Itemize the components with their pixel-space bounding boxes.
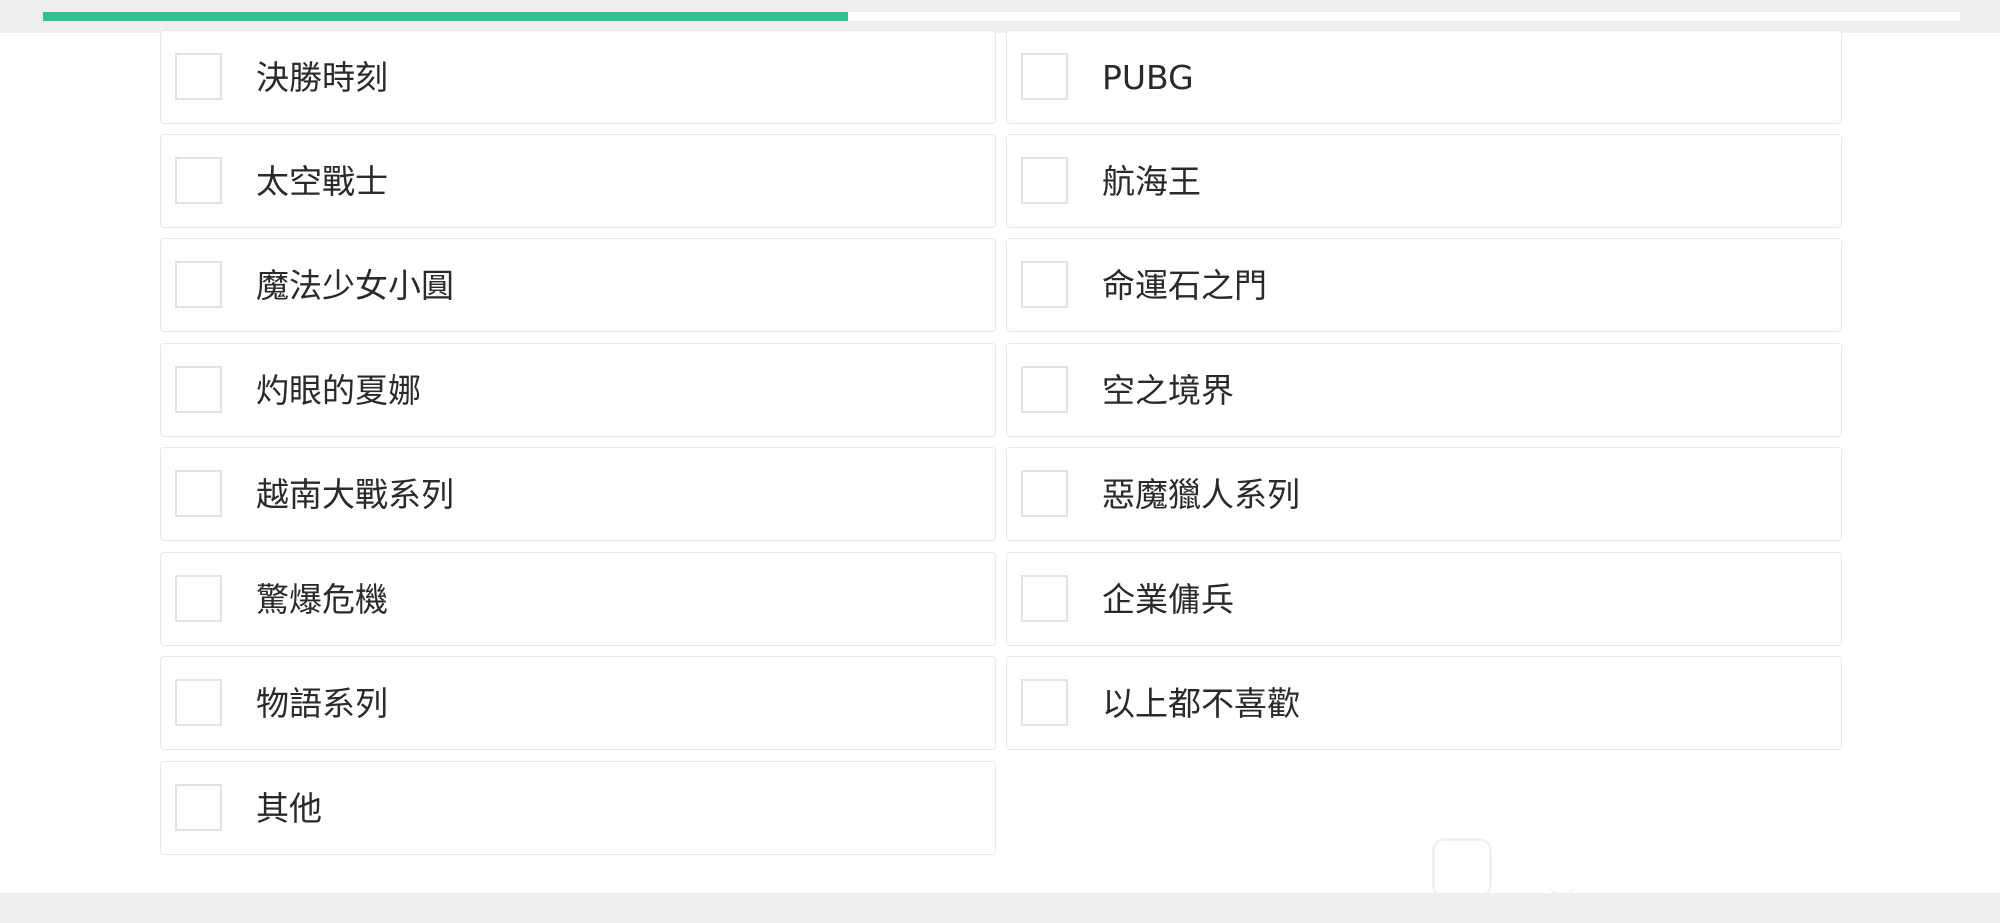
option-label: 航海王	[1102, 162, 1201, 201]
option-4[interactable]: 魔法少女小圓	[160, 238, 996, 332]
option-label: 太空戰士	[256, 162, 388, 201]
checkbox[interactable]	[1021, 366, 1068, 413]
option-2[interactable]: 太空戰士	[160, 134, 996, 228]
option-13[interactable]: 以上都不喜歡	[1006, 656, 1842, 750]
checkbox[interactable]	[1021, 679, 1068, 726]
checkbox[interactable]	[1021, 575, 1068, 622]
option-label: 越南大戰系列	[256, 475, 454, 514]
checkbox[interactable]	[175, 679, 222, 726]
option-8[interactable]: 越南大戰系列	[160, 447, 996, 541]
option-label: 以上都不喜歡	[1102, 684, 1300, 723]
option-14[interactable]: 其他	[160, 761, 996, 855]
option-6[interactable]: 灼眼的夏娜	[160, 343, 996, 437]
option-12[interactable]: 物語系列	[160, 656, 996, 750]
checkbox[interactable]	[175, 470, 222, 517]
checkbox[interactable]	[175, 53, 222, 100]
progress-header	[0, 0, 2000, 33]
option-label: PUBG	[1102, 58, 1194, 97]
checkbox[interactable]	[175, 366, 222, 413]
option-label: 灼眼的夏娜	[256, 371, 421, 410]
option-label: 企業傭兵	[1102, 580, 1234, 619]
progress-bar	[43, 12, 1960, 21]
checkbox[interactable]	[1021, 53, 1068, 100]
footer-bar	[0, 893, 2000, 923]
checkbox[interactable]	[175, 157, 222, 204]
checkbox[interactable]	[175, 575, 222, 622]
option-3[interactable]: 航海王	[1006, 134, 1842, 228]
checkbox[interactable]	[1021, 470, 1068, 517]
option-9[interactable]: 惡魔獵人系列	[1006, 447, 1842, 541]
option-label: 命運石之門	[1102, 266, 1267, 305]
watermark-logo-icon	[1432, 838, 1492, 898]
option-10[interactable]: 驚爆危機	[160, 552, 996, 646]
checkbox[interactable]	[175, 784, 222, 831]
checkbox[interactable]	[1021, 261, 1068, 308]
option-label: 物語系列	[256, 684, 388, 723]
option-label: 魔法少女小圓	[256, 266, 454, 305]
option-label: 驚爆危機	[256, 580, 388, 619]
progress-bar-fill	[43, 12, 849, 21]
option-7[interactable]: 空之境界	[1006, 343, 1842, 437]
checkbox[interactable]	[175, 261, 222, 308]
option-11[interactable]: 企業傭兵	[1006, 552, 1842, 646]
option-5[interactable]: 命運石之門	[1006, 238, 1842, 332]
option-label: 惡魔獵人系列	[1102, 475, 1300, 514]
option-1[interactable]: PUBG	[1006, 30, 1842, 124]
option-0[interactable]: 決勝時刻	[160, 30, 996, 124]
checkbox[interactable]	[1021, 157, 1068, 204]
option-label: 決勝時刻	[256, 58, 388, 97]
option-label: 空之境界	[1102, 371, 1234, 410]
option-label: 其他	[256, 789, 322, 828]
